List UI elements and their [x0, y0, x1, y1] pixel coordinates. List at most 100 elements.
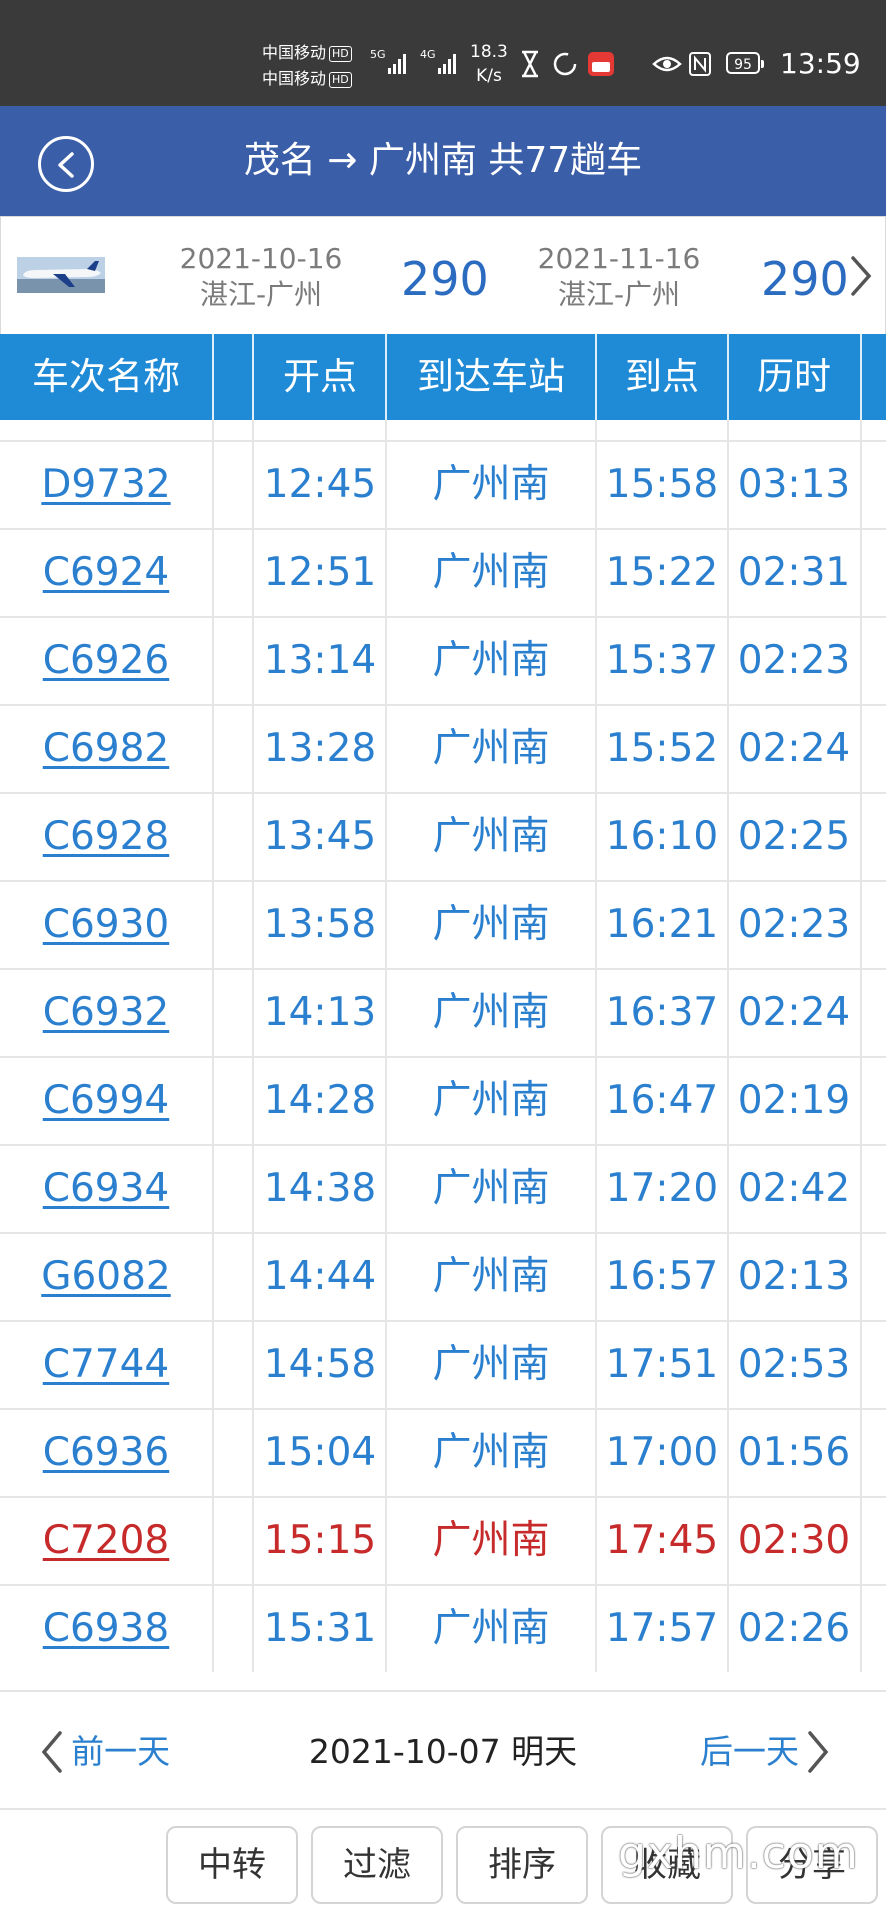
- arrival-station: 广州南: [432, 1430, 550, 1475]
- duration: 02:25: [737, 814, 851, 859]
- col-header-duration[interactable]: 历时: [728, 334, 860, 420]
- status-icons: [520, 48, 720, 80]
- table-row[interactable]: G6082 14:44 广州南 16:57 02:13: [0, 1234, 886, 1322]
- depart-time: 15:15: [263, 1518, 377, 1563]
- carrier-info: 中国移动 HD 中国移动 HD: [262, 40, 352, 92]
- clock: 13:59: [780, 47, 861, 80]
- arrival-station: 广州南: [432, 1254, 550, 1299]
- arrival-station: 广州南: [432, 1078, 550, 1123]
- depart-time: 13:45: [263, 814, 377, 859]
- table-row[interactable]: C6932 14:13 广州南 16:37 02:24: [0, 970, 886, 1058]
- airplane-icon: [17, 257, 105, 293]
- promo-right-date: 2021-11-16: [537, 242, 701, 275]
- grid-line: [385, 420, 387, 1672]
- arrive-time: 17:00: [605, 1430, 719, 1475]
- column-divider: [212, 334, 214, 420]
- grid-line: [252, 420, 254, 1672]
- chevron-right-icon: [808, 1731, 829, 1773]
- sort-button[interactable]: 排序: [456, 1826, 588, 1904]
- transfer-button[interactable]: 中转: [166, 1826, 298, 1904]
- nfc-icon: [689, 52, 711, 76]
- col-header-arrive[interactable]: 到点: [596, 334, 728, 420]
- train-number-link[interactable]: C6926: [0, 618, 212, 704]
- arrival-station: 广州南: [432, 638, 550, 683]
- promo-right-price[interactable]: 290: [761, 251, 849, 307]
- arrive-time: 17:20: [605, 1166, 719, 1211]
- promo-right-info[interactable]: 2021-11-16 湛江-广州: [529, 241, 709, 313]
- promo-left-info[interactable]: 2021-10-16 湛江-广州: [171, 241, 351, 313]
- table-row[interactable]: C6924 12:51 广州南 15:22 02:31: [0, 530, 886, 618]
- grid-line: [595, 420, 597, 1672]
- table-row[interactable]: D9732 12:45 广州南 15:58 03:13: [0, 442, 886, 530]
- chevron-right-icon[interactable]: [849, 255, 873, 297]
- depart-time: 15:31: [263, 1606, 377, 1651]
- train-number-link[interactable]: C6932: [0, 970, 212, 1056]
- arrival-station: 广州南: [432, 726, 550, 771]
- train-number-link[interactable]: D9732: [0, 442, 212, 528]
- col-header-train[interactable]: 车次名称: [0, 334, 212, 420]
- grid-line: [727, 420, 729, 1672]
- battery-icon: 95: [726, 52, 764, 74]
- table-row[interactable]: C6994 14:28 广州南 16:47 02:19: [0, 1058, 886, 1146]
- train-number-link[interactable]: C6934: [0, 1146, 212, 1232]
- depart-time: 13:28: [263, 726, 377, 771]
- arrival-station: 广州南: [432, 1342, 550, 1387]
- depart-time: 12:45: [263, 462, 377, 507]
- grid-line: [212, 420, 214, 1672]
- arrive-time: 15:52: [605, 726, 719, 771]
- filter-button[interactable]: 过滤: [311, 1826, 443, 1904]
- duration: 02:30: [737, 1518, 851, 1563]
- train-number-link[interactable]: C6936: [0, 1410, 212, 1496]
- arrive-time: 16:10: [605, 814, 719, 859]
- table-header: 车次名称 开点 到达车站 到点 历时: [0, 334, 886, 420]
- duration: 02:53: [737, 1342, 851, 1387]
- col-header-depart[interactable]: 开点: [254, 334, 386, 420]
- train-number-link[interactable]: C7208: [0, 1498, 212, 1584]
- arrival-station: 广州南: [432, 550, 550, 595]
- train-number-link[interactable]: C6938: [0, 1586, 212, 1672]
- arrive-time: 16:21: [605, 902, 719, 947]
- arrival-station: 广州南: [432, 902, 550, 947]
- train-list[interactable]: D9732 12:45 广州南 15:58 03:13 C6924 12:51 广州南 15:2…: [0, 420, 886, 1672]
- promo-left-route: 湛江-广州: [199, 278, 323, 311]
- train-number-link[interactable]: G6082: [0, 1234, 212, 1320]
- train-number-link[interactable]: C6928: [0, 794, 212, 880]
- next-day-button[interactable]: 后一天: [700, 1728, 832, 1776]
- train-number-link[interactable]: C7744: [0, 1322, 212, 1408]
- network-speed: 18.3 K/s: [470, 42, 508, 86]
- duration: 02:19: [737, 1078, 851, 1123]
- table-row[interactable]: C6982 13:28 广州南 15:52 02:24: [0, 706, 886, 794]
- table-row[interactable]: C6928 13:45 广州南 16:10 02:25: [0, 794, 886, 882]
- duration: 03:13: [737, 462, 851, 507]
- duration: 02:26: [737, 1606, 851, 1651]
- table-row[interactable]: C6936 15:04 广州南 17:00 01:56: [0, 1410, 886, 1498]
- carrier-1: 中国移动: [262, 43, 327, 62]
- table-row[interactable]: C6934 14:38 广州南 17:20 02:42: [0, 1146, 886, 1234]
- train-number-link[interactable]: C6994: [0, 1058, 212, 1144]
- duration: 02:24: [737, 726, 851, 771]
- arrive-time: 17:57: [605, 1606, 719, 1651]
- table-row[interactable]: C6926 13:14 广州南 15:37 02:23: [0, 618, 886, 706]
- status-bar: 中国移动 HD 中国移动 HD 5G 4G 18.3 K/s 95 13:59: [0, 0, 886, 106]
- depart-time: 14:44: [263, 1254, 377, 1299]
- flight-promo-banner[interactable]: 2021-10-16 湛江-广州 290 2021-11-16 湛江-广州 29…: [0, 216, 886, 336]
- arrive-time: 16:47: [605, 1078, 719, 1123]
- promo-left-price[interactable]: 290: [401, 251, 489, 307]
- arrive-time: 17:51: [605, 1342, 719, 1387]
- depart-time: 14:13: [263, 990, 377, 1035]
- table-row[interactable]: C7208 15:15 广州南 17:45 02:30: [0, 1498, 886, 1586]
- column-divider: [595, 334, 597, 420]
- table-row[interactable]: C6938 15:31 广州南 17:57 02:26: [0, 1586, 886, 1672]
- column-divider: [860, 334, 862, 420]
- arrival-station: 广州南: [432, 1606, 550, 1651]
- column-divider: [727, 334, 729, 420]
- arrival-station: 广州南: [432, 990, 550, 1035]
- table-row[interactable]: C6930 13:58 广州南 16:21 02:23: [0, 882, 886, 970]
- train-number-link[interactable]: C6982: [0, 706, 212, 792]
- table-row[interactable]: C7744 14:58 广州南 17:51 02:53: [0, 1322, 886, 1410]
- duration: 01:56: [737, 1430, 851, 1475]
- arrive-time: 15:37: [605, 638, 719, 683]
- train-number-link[interactable]: C6924: [0, 530, 212, 616]
- col-header-station[interactable]: 到达车站: [386, 334, 596, 420]
- train-number-link[interactable]: C6930: [0, 882, 212, 968]
